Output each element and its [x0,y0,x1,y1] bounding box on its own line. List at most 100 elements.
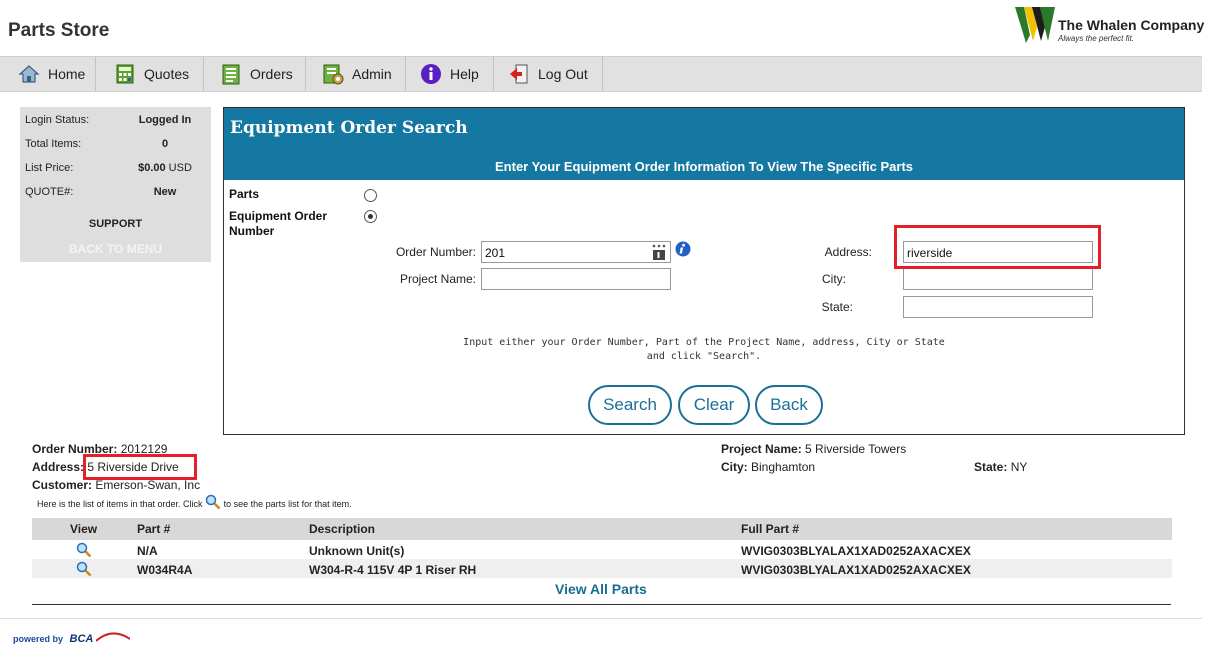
customer-info: Customer: Emerson-Swan, Inc [32,478,200,492]
info-icon[interactable] [675,241,691,257]
status-sidebar: Login Status: Logged In Total Items: 0 L… [20,107,211,262]
vendor-logo: BCA [69,633,94,645]
order-items-note-before: Here is the list of items in that order.… [37,499,203,509]
state-info: State: NY [974,460,1027,474]
row-description: W304-R-4 115V 4P 1 Riser RH [309,563,477,577]
search-hint-line2: and click "Search". [646,351,762,362]
back-to-menu-link[interactable]: BACK TO MENU [20,242,211,256]
search-hint: Input either your Order Number, Part of … [424,336,984,364]
order-address-highlight-box [83,454,197,480]
customer-info-label: Customer: [32,478,93,492]
order-items-note-after: to see the parts list for that item. [223,499,352,509]
nav-admin-label: Admin [352,66,392,82]
project-name-field[interactable] [481,268,671,290]
company-logo: The Whalen Company Always the perfect fi… [1015,5,1205,45]
col-description: Description [309,522,376,536]
project-info-value: 5 Riverside Towers [805,442,907,456]
nav-quotes[interactable]: Quotes [96,57,204,91]
quote-number-label: QUOTE#: [25,186,74,198]
divider [32,604,1171,605]
total-items-label: Total Items: [25,138,82,150]
clear-button[interactable]: Clear [678,385,750,425]
equipment-order-search-panel: Equipment Order Search Enter Your Equipm… [223,107,1185,435]
whalen-w-icon [1015,7,1055,43]
equipment-order-radio[interactable] [364,210,377,223]
row-part-number: N/A [137,544,158,558]
nav-admin[interactable]: Admin [306,57,406,91]
powered-by-text: powered by [13,634,64,644]
city-info-value: Binghamton [751,460,816,474]
nav-logout-label: Log Out [538,66,588,82]
state-label: State: [821,300,853,314]
city-info: City: Binghamton [721,460,815,474]
nav-orders[interactable]: Orders [204,57,306,91]
equipment-order-label-line1: Equipment Order [229,209,328,223]
view-magnifier-icon[interactable] [76,542,92,558]
order-items-note: Here is the list of items in that order.… [37,494,352,510]
row-full-part-number: WVIG0303BLYALAX1XAD0252AXACXEX [741,544,971,558]
back-button[interactable]: Back [755,385,823,425]
table-row: N/A Unknown Unit(s) WVIG0303BLYALAX1XAD0… [32,540,1172,559]
list-price-value: $0.00 USD [125,162,205,174]
quote-number-value: New [153,186,177,198]
city-field[interactable] [903,268,1093,290]
magnifier-icon [205,494,221,510]
project-info-label: Project Name: [721,442,802,456]
state-info-value: NY [1010,460,1028,474]
state-info-label: State: [974,460,1008,474]
view-magnifier-icon[interactable] [76,561,92,577]
project-name-label: Project Name: [399,272,476,286]
panel-subtitle: Enter Your Equipment Order Information T… [495,159,913,174]
city-info-label: City: [721,460,748,474]
nav-help[interactable]: Help [406,57,494,91]
help-icon [421,64,441,84]
panel-header: Equipment Order Search Enter Your Equipm… [224,108,1184,180]
calendar-icon [652,244,666,260]
row-full-part-number: WVIG0303BLYALAX1XAD0252AXACXEX [741,563,971,577]
nav-orders-label: Orders [250,66,293,82]
address-label: Address: [824,245,872,259]
nav-bar: Home Quotes Orders Admin Help Log Out [0,56,1202,92]
city-label: City: [822,272,846,286]
footer [0,618,1202,650]
powered-by: powered by BCA [13,631,131,645]
address-highlight-box [894,225,1101,269]
customer-info-value: Emerson-Swan, Inc [95,478,201,492]
parts-option-label: Parts [229,187,260,201]
parts-radio[interactable] [364,189,377,202]
col-full-part-number: Full Part # [741,522,800,536]
nav-logout[interactable]: Log Out [494,57,603,91]
total-items-value: 0 [161,138,169,150]
login-status-label: Login Status: [25,114,90,126]
row-description: Unknown Unit(s) [309,544,405,558]
support-link[interactable]: SUPPORT [20,218,211,230]
vendor-swoosh-icon [95,632,131,642]
search-hint-line1: Input either your Order Number, Part of … [463,337,945,348]
state-field[interactable] [903,296,1093,318]
equipment-order-label-line2: Number [229,224,275,238]
table-row: W034R4A W304-R-4 115V 4P 1 Riser RH WVIG… [32,559,1172,578]
page-title: Parts Store [8,20,110,41]
order-number-field[interactable]: 201 [481,241,671,263]
order-items-table: View Part # Description Full Part # N/A … [32,518,1172,578]
nav-home-label: Home [48,66,86,82]
nav-quotes-label: Quotes [144,66,190,82]
orders-icon [222,64,240,85]
view-all-parts-link[interactable]: View All Parts [555,581,647,597]
project-info: Project Name: 5 Riverside Towers [721,442,906,456]
list-price-unit: USD [168,162,192,174]
home-icon [18,65,40,83]
nav-home[interactable]: Home [0,57,96,91]
table-header-row: View Part # Description Full Part # [32,518,1172,540]
admin-icon [323,64,344,85]
logout-icon [510,64,528,84]
list-price-amount: $0.00 [138,162,166,174]
list-price-label: List Price: [25,162,74,174]
brand-tagline: Always the perfect fit. [1058,34,1135,43]
col-view: View [70,522,98,536]
login-status-value: Logged In [138,114,192,126]
search-button[interactable]: Search [588,385,672,425]
equipment-order-option-label: Equipment Order Number [229,209,327,238]
order-number-label: Order Number: [395,245,476,259]
nav-help-label: Help [450,66,479,82]
